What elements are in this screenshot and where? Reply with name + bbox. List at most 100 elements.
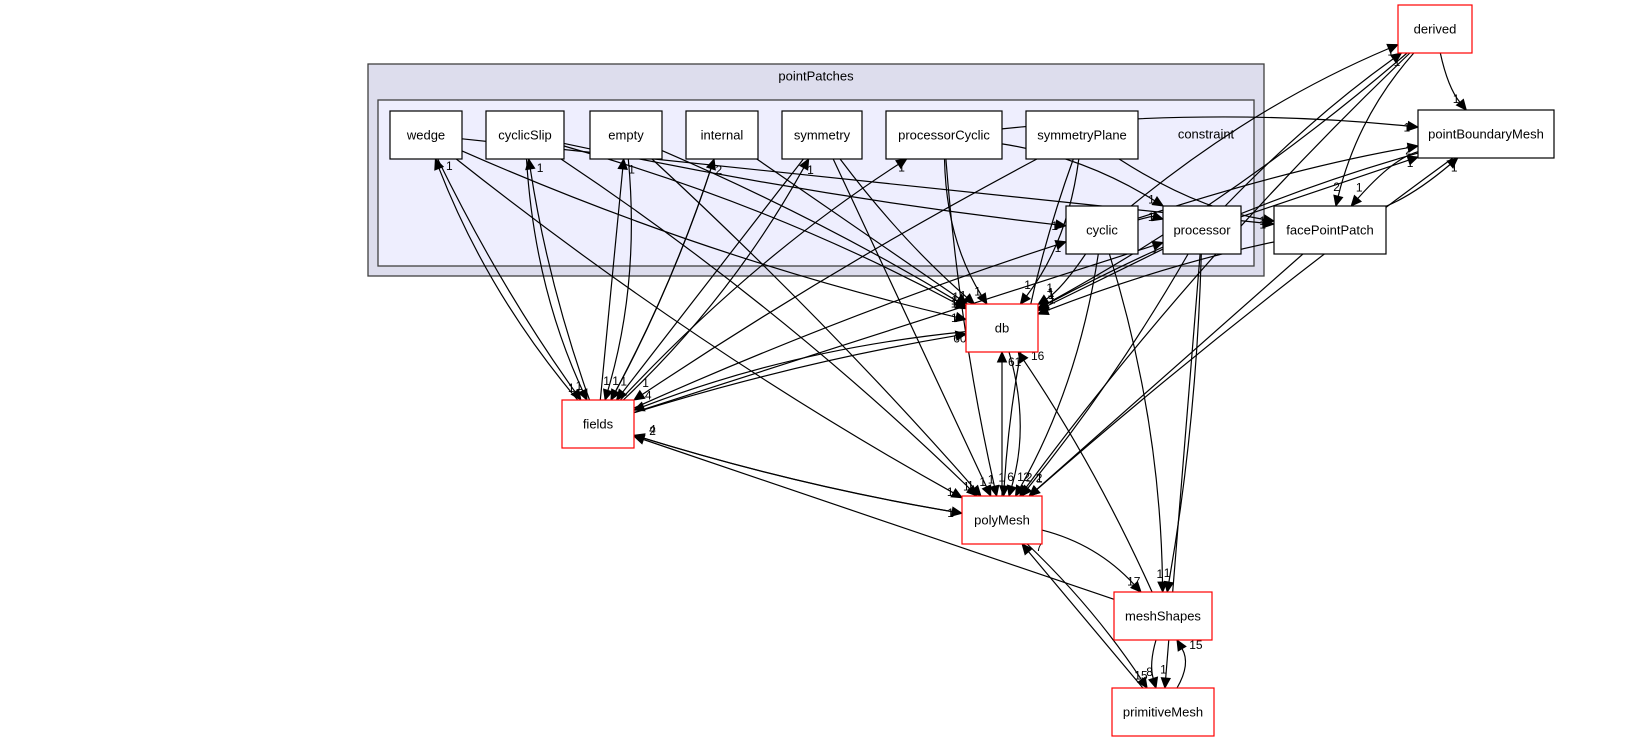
arrowhead-icon: [1176, 638, 1187, 652]
edge-count-label[interactable]: 2: [1023, 470, 1030, 484]
edge-count-label[interactable]: 1: [951, 311, 958, 325]
edge-count-label[interactable]: 1: [612, 374, 619, 388]
edge-count-label[interactable]: 1: [1051, 219, 1058, 233]
edge-count-label[interactable]: 1: [1148, 193, 1155, 207]
edge-count-label[interactable]: 1: [1164, 566, 1171, 580]
node-label: derived: [1414, 22, 1457, 37]
edge-count-label[interactable]: 1: [1055, 241, 1062, 255]
node-label: symmetry: [794, 128, 851, 143]
edge-count-label[interactable]: 2: [649, 424, 656, 438]
cluster-pointPatches-label: pointPatches: [778, 69, 854, 84]
edge-count-label[interactable]: 4: [645, 389, 652, 403]
edge-count-label[interactable]: 1: [1259, 214, 1266, 228]
edge-count-label[interactable]: 1: [998, 471, 1005, 485]
node-label: db: [995, 321, 1009, 336]
dependency-graph: pointPatches constraint 1 1 1 2 1 11 11 1 1 1 1 111…: [367, 4, 1555, 737]
edge-meshShapes-to-primitiveMesh[interactable]: 8: [1146, 639, 1159, 690]
node-pointBoundaryMesh[interactable]: pointBoundaryMesh: [1417, 109, 1555, 159]
edge-count-label[interactable]: 1: [1157, 567, 1164, 581]
node-label: polyMesh: [974, 513, 1030, 528]
edge-count-label[interactable]: 1: [620, 374, 627, 388]
node-label: fields: [583, 417, 614, 432]
arrowhead-icon: [1333, 194, 1344, 208]
node-internal[interactable]: internal: [685, 110, 759, 160]
node-meshShapes[interactable]: meshShapes: [1113, 591, 1213, 641]
node-polyMesh[interactable]: polyMesh: [961, 495, 1043, 545]
edge-count-label[interactable]: 1: [1394, 55, 1401, 69]
node-label: processor: [1173, 223, 1231, 238]
node-cyclic[interactable]: cyclic: [1065, 205, 1139, 255]
edge-polyMesh-to-fields[interactable]: 4: [632, 423, 963, 514]
edge-fields-to-db[interactable]: 60: [633, 330, 968, 414]
node-label: cyclicSlip: [498, 128, 551, 143]
node-label: empty: [608, 128, 644, 143]
node-processor[interactable]: processor: [1162, 205, 1242, 255]
node-cyclicSlip[interactable]: cyclicSlip: [485, 110, 565, 160]
edge-count-label[interactable]: 1: [1407, 156, 1414, 170]
node-symmetry[interactable]: symmetry: [781, 110, 863, 160]
cluster-constraint-label: constraint: [1178, 127, 1235, 142]
edge-count-label[interactable]: 1: [1148, 210, 1155, 224]
edge-count-label[interactable]: 1: [979, 475, 986, 489]
node-label: symmetryPlane: [1037, 128, 1127, 143]
edge-polyMesh-to-meshShapes[interactable]: 17: [1041, 529, 1142, 593]
edge-count-label[interactable]: 1: [952, 290, 959, 304]
arrowhead-icon: [989, 484, 1000, 498]
edge-count-label[interactable]: 1: [967, 479, 974, 493]
edge-derived-to-pointBoundaryMesh[interactable]: 1: [1439, 52, 1468, 111]
node-processorCyclic[interactable]: processorCyclic: [885, 110, 1003, 160]
node-label: internal: [701, 128, 744, 143]
edge-count-label[interactable]: 1: [947, 506, 954, 520]
edge-count-label[interactable]: 1: [537, 161, 544, 175]
edge-count-label[interactable]: 2: [1333, 180, 1340, 194]
node-derived[interactable]: derived: [1397, 4, 1473, 54]
edge-line: [1041, 529, 1135, 586]
edge-count-label[interactable]: 1: [603, 374, 610, 388]
edge-count-label[interactable]: 1: [1453, 92, 1460, 106]
edge-count-label[interactable]: 17: [1127, 575, 1141, 589]
edge-derived-to-facePointPatch[interactable]: 2: [1333, 52, 1415, 208]
edge-line: [1337, 52, 1415, 197]
edge-count-label[interactable]: 1: [568, 381, 575, 395]
edge-line: [1176, 648, 1187, 689]
edge-count-label[interactable]: 1: [576, 379, 583, 393]
node-label: primitiveMesh: [1123, 705, 1203, 720]
node-label: facePointPatch: [1286, 223, 1373, 238]
edge-fields-to-polyMesh[interactable]: 1: [633, 434, 964, 520]
edge-count-label[interactable]: 8: [1146, 665, 1153, 679]
edge-line: [1023, 359, 1153, 593]
edge-count-label[interactable]: 6: [1007, 470, 1014, 484]
node-label: processorCyclic: [898, 128, 990, 143]
node-primitiveMesh[interactable]: primitiveMesh: [1111, 687, 1215, 737]
arrowhead-icon: [1021, 543, 1033, 556]
arrowhead-icon: [1160, 677, 1172, 690]
node-empty[interactable]: empty: [589, 110, 663, 160]
node-wedge[interactable]: wedge: [389, 110, 463, 160]
edge-count-label[interactable]: 1: [898, 161, 905, 175]
node-facePointPatch[interactable]: facePointPatch: [1273, 205, 1387, 255]
edge-count-label[interactable]: 1: [988, 473, 995, 487]
edge-count-label[interactable]: 60: [953, 331, 967, 345]
edge-count-label[interactable]: 1: [947, 485, 954, 499]
edge-count-label[interactable]: 1: [1047, 285, 1054, 299]
edge-count-label[interactable]: 1: [1160, 663, 1167, 677]
edge-line: [643, 437, 963, 514]
edge-count-label[interactable]: 1: [1356, 181, 1363, 195]
edge-count-label[interactable]: 1: [1024, 278, 1031, 292]
edge-count-label[interactable]: 1: [1404, 121, 1411, 135]
node-db[interactable]: db: [965, 303, 1039, 353]
node-label: cyclic: [1086, 223, 1118, 238]
arrowhead-icon: [632, 389, 646, 401]
node-fields[interactable]: fields: [561, 399, 635, 449]
edge-db-to-fields[interactable]: 4: [632, 331, 967, 412]
node-label: meshShapes: [1125, 609, 1201, 624]
edge-line: [633, 335, 957, 414]
arrowhead-icon: [1163, 580, 1175, 594]
node-label: wedge: [406, 128, 445, 143]
node-label: pointBoundaryMesh: [1428, 127, 1544, 142]
node-symmetryPlane[interactable]: symmetryPlane: [1025, 110, 1139, 160]
edge-count-label[interactable]: 1: [974, 284, 981, 298]
edge-count-label[interactable]: 1: [1451, 161, 1458, 175]
edge-count-label[interactable]: 1: [446, 159, 453, 173]
edge-primitiveMesh-to-meshShapes[interactable]: 15: [1176, 638, 1203, 689]
